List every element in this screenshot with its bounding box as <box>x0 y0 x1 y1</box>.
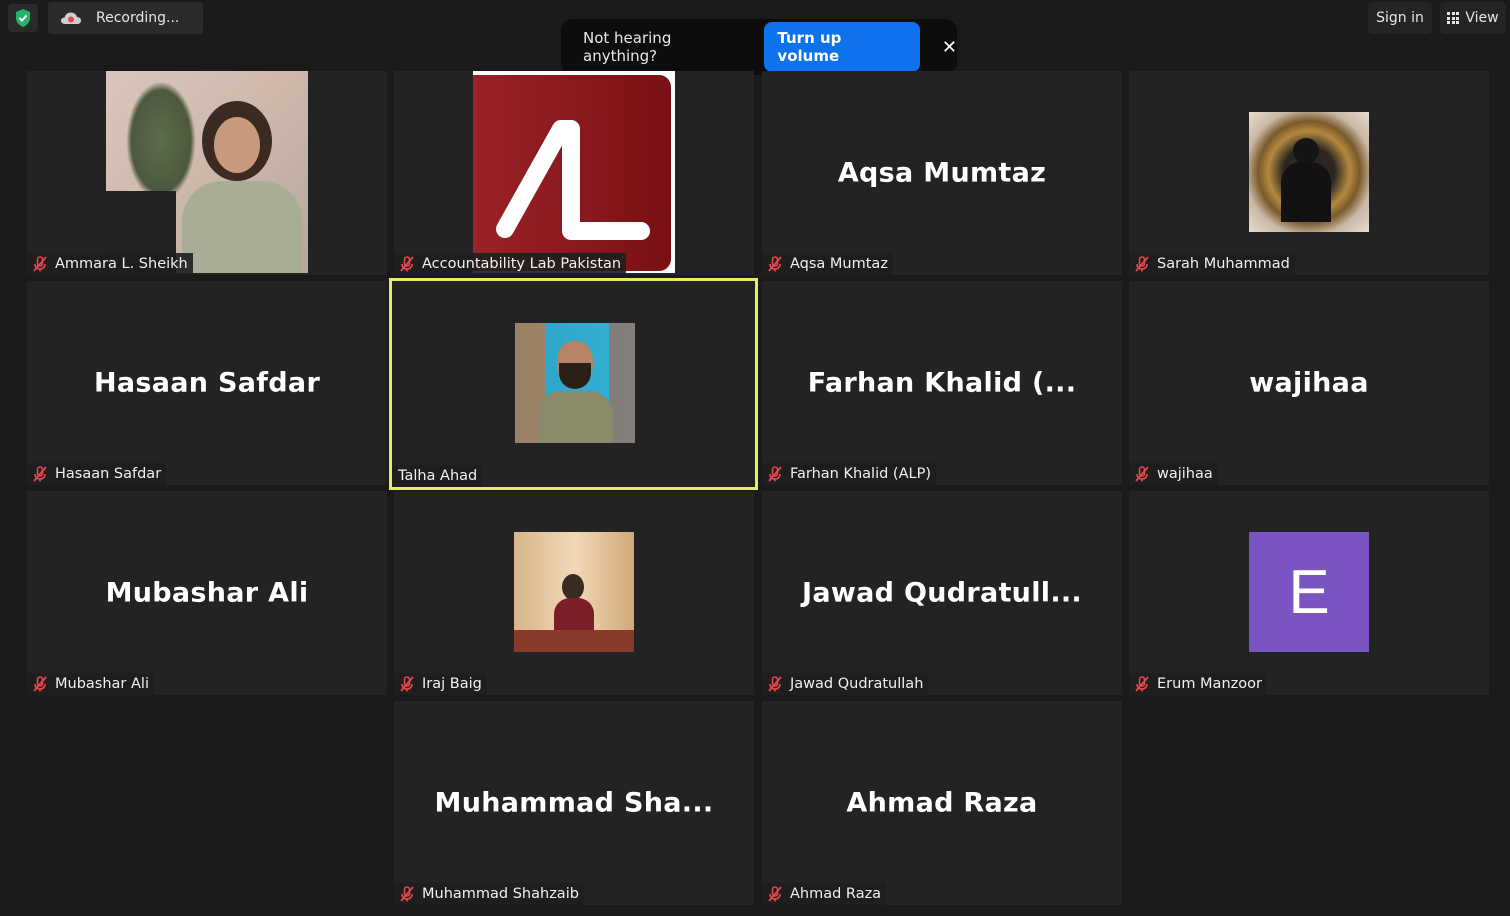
participant-display-name: Hasaan Safdar <box>93 367 321 399</box>
participant-name: Ahmad Raza <box>790 886 882 902</box>
participant-display-name: Ahmad Raza <box>846 787 1038 819</box>
recording-indicator[interactable]: Recording... <box>48 2 203 34</box>
mic-muted-icon <box>1133 675 1151 693</box>
participant-name: Aqsa Mumtaz <box>790 256 888 272</box>
participant-display-name: Farhan Khalid (... <box>807 367 1077 399</box>
sign-in-button[interactable]: Sign in <box>1368 2 1432 34</box>
participant-name: Talha Ahad <box>398 468 478 484</box>
participant-name: Accountability Lab Pakistan <box>422 256 622 272</box>
participant-tile[interactable]: Hasaan Safdar Hasaan Safdar <box>27 281 387 485</box>
participant-tile[interactable]: Mubashar Ali Mubashar Ali <box>27 491 387 695</box>
participant-tile[interactable]: Talha Ahad <box>389 278 758 490</box>
profile-picture-sarah <box>1249 112 1369 232</box>
participant-name-label: Mubashar Ali <box>27 673 154 695</box>
participant-name: Farhan Khalid (ALP) <box>790 466 931 482</box>
participant-tile[interactable]: Sarah Muhammad <box>1129 71 1489 275</box>
participant-name-label: Jawad Qudratullah <box>762 673 929 695</box>
participant-name: Iraj Baig <box>422 676 482 692</box>
mic-muted-icon <box>398 255 416 273</box>
participant-name: Hasaan Safdar <box>55 466 162 482</box>
participant-name-label: Accountability Lab Pakistan <box>394 253 627 275</box>
participant-name: Jawad Qudratullah <box>790 676 924 692</box>
participant-name-label: Muhammad Shahzaib <box>394 883 584 905</box>
mic-muted-icon <box>1133 465 1151 483</box>
accountability-lab-logo <box>473 71 675 273</box>
participant-tile[interactable]: Muhammad Sha... Muhammad Shahzaib <box>394 701 754 905</box>
participant-name-label: Sarah Muhammad <box>1129 253 1295 275</box>
cloud-icon <box>60 11 82 25</box>
participant-display-name: Aqsa Mumtaz <box>837 157 1047 189</box>
mic-muted-icon <box>31 675 49 693</box>
participant-name-label: Hasaan Safdar <box>27 463 167 485</box>
mic-muted-icon <box>1133 255 1151 273</box>
avatar: E <box>1249 532 1369 652</box>
mic-muted-icon <box>31 465 49 483</box>
participant-name: Muhammad Shahzaib <box>422 886 579 902</box>
participant-display-name: wajihaa <box>1249 367 1369 399</box>
view-label: View <box>1465 10 1499 26</box>
participant-name-label: Farhan Khalid (ALP) <box>762 463 936 485</box>
participant-display-name: Jawad Qudratull... <box>801 577 1082 609</box>
video-feed-iraj <box>514 532 634 652</box>
participant-name-label: Talha Ahad <box>392 465 483 487</box>
mic-muted-icon <box>398 675 416 693</box>
participant-tile[interactable]: Jawad Qudratull... Jawad Qudratullah <box>762 491 1122 695</box>
participant-tile[interactable]: E Erum Manzoor <box>1129 491 1489 695</box>
grid-icon <box>1447 12 1460 24</box>
mic-muted-icon <box>766 255 784 273</box>
participant-name: Sarah Muhammad <box>1157 256 1290 272</box>
mic-muted-icon <box>766 465 784 483</box>
view-button[interactable]: View <box>1440 2 1506 34</box>
participant-tile[interactable]: Ammara L. Sheikh <box>27 71 387 275</box>
participant-name: Mubashar Ali <box>55 676 149 692</box>
participant-name-label: Ammara L. Sheikh <box>27 253 193 275</box>
participant-name: Erum Manzoor <box>1157 676 1262 692</box>
participant-name-label: Aqsa Mumtaz <box>762 253 893 275</box>
participant-name-label: wajihaa <box>1129 463 1218 485</box>
participant-name-label: Iraj Baig <box>394 673 487 695</box>
mic-muted-icon <box>766 675 784 693</box>
participant-name-label: Ahmad Raza <box>762 883 887 905</box>
participant-name: wajihaa <box>1157 466 1213 482</box>
avatar-letter: E <box>1288 557 1330 627</box>
toast-message: Not hearing anything? <box>583 29 672 65</box>
participant-tile[interactable]: Iraj Baig <box>394 491 754 695</box>
mic-muted-icon <box>766 885 784 903</box>
participant-tile[interactable]: Ahmad Raza Ahmad Raza <box>762 701 1122 905</box>
participant-tile[interactable]: wajihaa wajihaa <box>1129 281 1489 485</box>
security-shield-icon[interactable] <box>8 4 38 32</box>
recording-label: Recording... <box>96 10 180 26</box>
participant-tile[interactable]: Aqsa Mumtaz Aqsa Mumtaz <box>762 71 1122 275</box>
participant-name-label: Erum Manzoor <box>1129 673 1267 695</box>
video-feed-ammara <box>106 71 308 273</box>
close-icon[interactable]: ✕ <box>942 37 957 58</box>
participant-display-name: Muhammad Sha... <box>434 787 714 819</box>
participant-name: Ammara L. Sheikh <box>55 256 188 272</box>
audio-toast: Not hearing anything? Turn up volume ✕ <box>561 19 957 75</box>
participant-tile[interactable]: Accountability Lab Pakistan <box>394 71 754 275</box>
profile-picture-talha <box>515 323 635 443</box>
participant-display-name: Mubashar Ali <box>105 577 309 609</box>
turn-up-volume-button[interactable]: Turn up volume <box>764 22 920 72</box>
participant-tile[interactable]: Farhan Khalid (... Farhan Khalid (ALP) <box>762 281 1122 485</box>
mic-muted-icon <box>31 255 49 273</box>
mic-muted-icon <box>398 885 416 903</box>
